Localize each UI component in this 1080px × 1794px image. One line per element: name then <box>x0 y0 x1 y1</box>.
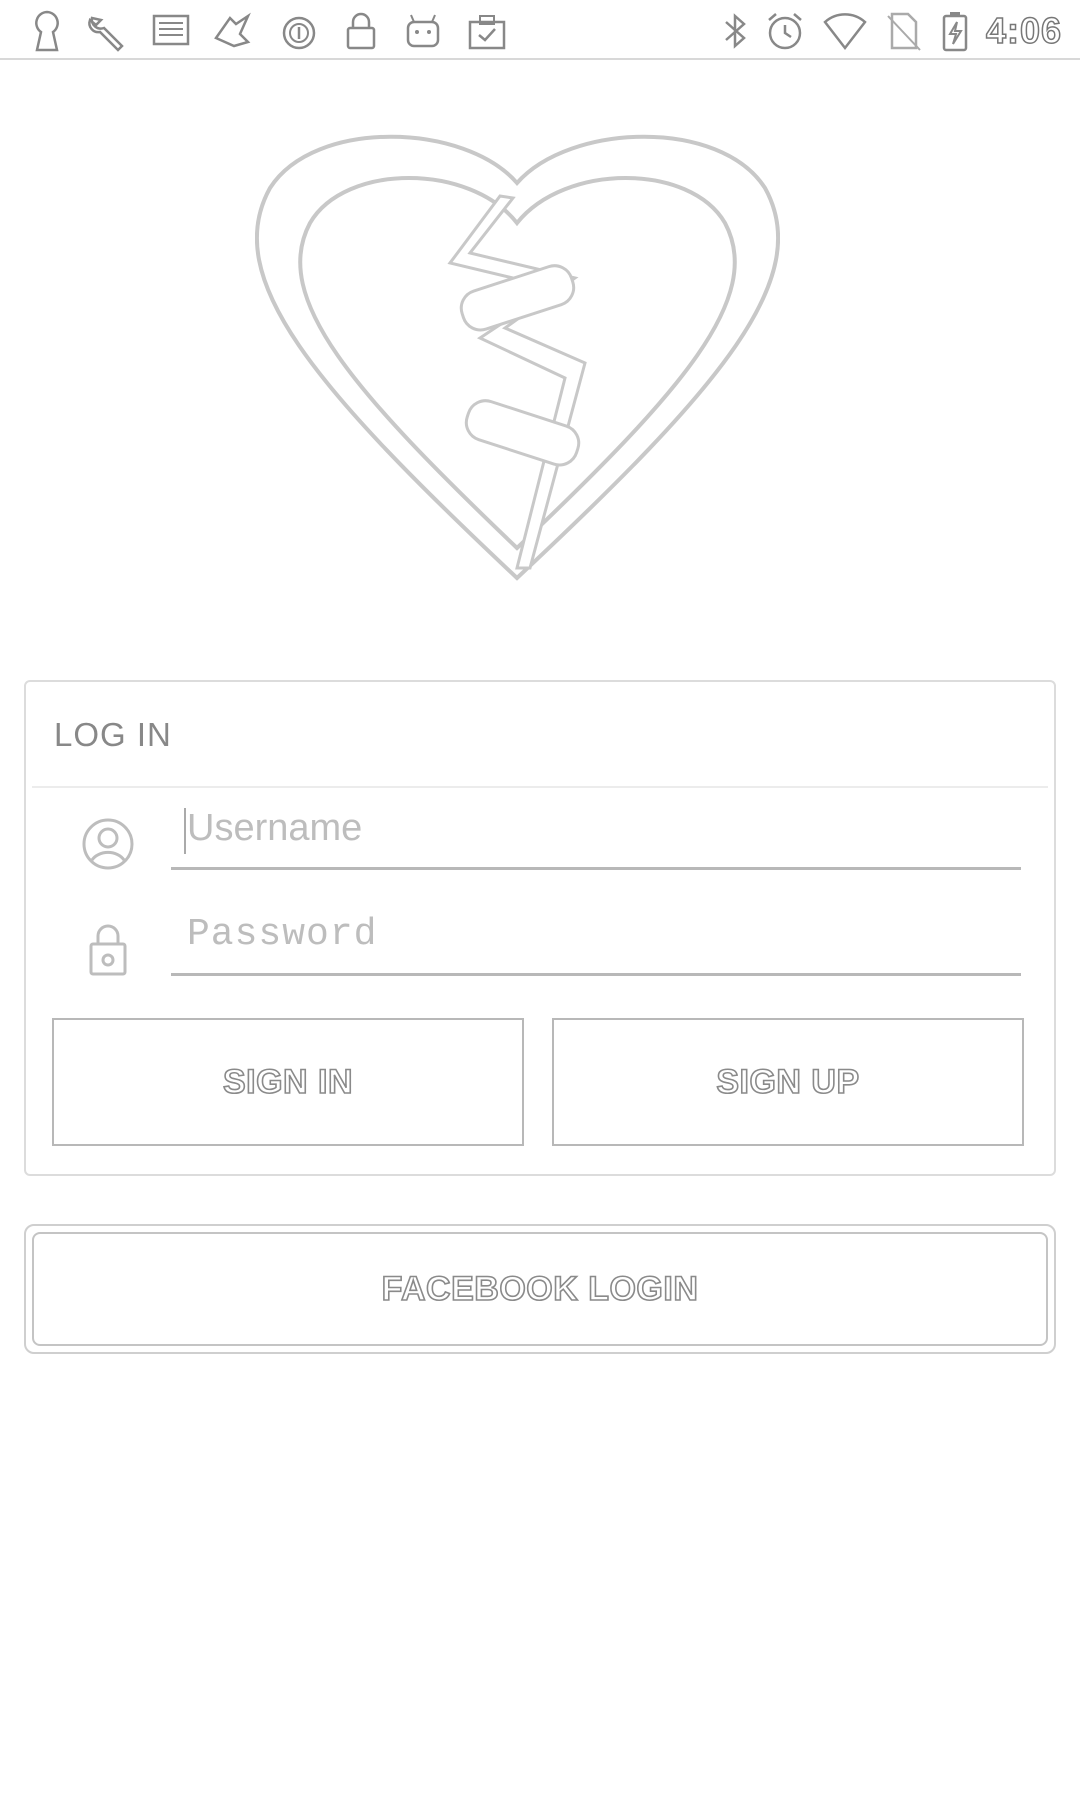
status-bar: 4:06 <box>0 0 1080 60</box>
sign-up-button[interactable]: SIGN UP <box>552 1018 1024 1146</box>
no-sim-icon <box>880 8 926 54</box>
divider <box>32 786 1048 788</box>
broken-heart-logo <box>254 128 781 588</box>
status-time: 4:06 <box>985 9 1062 52</box>
password-field[interactable] <box>171 896 1021 976</box>
sign-in-button[interactable]: SIGN IN <box>52 1018 524 1146</box>
keyhole-icon <box>24 8 70 54</box>
news-icon <box>148 8 194 54</box>
password-input[interactable] <box>171 896 1021 973</box>
circle-icon <box>276 8 322 54</box>
sign-up-label: SIGN UP <box>716 1062 860 1102</box>
game-icon <box>210 8 256 54</box>
battery-charging-icon <box>932 8 978 54</box>
login-title: LOG IN <box>54 716 172 753</box>
username-input[interactable] <box>171 790 1021 867</box>
wifi-icon <box>822 8 868 54</box>
facebook-login-label: FACEBOOK LOGIN <box>381 1269 699 1309</box>
user-icon <box>78 814 138 874</box>
text-cursor <box>184 808 186 854</box>
alarm-icon <box>762 8 808 54</box>
username-field[interactable] <box>171 790 1021 870</box>
facebook-login-inner: FACEBOOK LOGIN <box>32 1232 1048 1346</box>
sign-in-label: SIGN IN <box>222 1062 354 1102</box>
login-card: LOG IN SIGN IN SIGN UP <box>24 680 1056 1176</box>
lock-icon <box>78 920 138 980</box>
facebook-login-button[interactable]: FACEBOOK LOGIN <box>24 1224 1056 1354</box>
android-icon <box>400 8 446 54</box>
clipboard-check-icon <box>464 8 510 54</box>
lock-icon <box>338 8 384 54</box>
wrench-icon <box>84 8 130 54</box>
bluetooth-icon <box>712 8 758 54</box>
